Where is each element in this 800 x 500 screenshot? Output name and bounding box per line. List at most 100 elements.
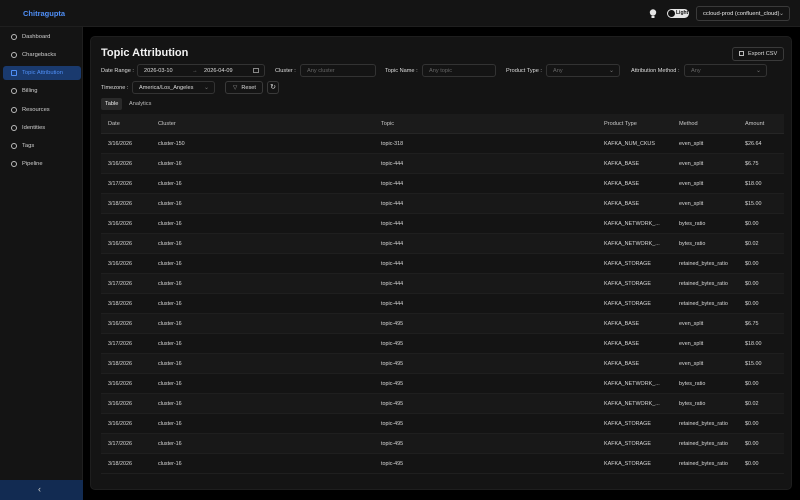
column-header-amount[interactable]: Amount (745, 121, 764, 127)
table-row[interactable]: 3/16/2026 cluster-150 topic-318 KAFKA_NUM_C… (101, 134, 784, 154)
export-icon (739, 51, 744, 56)
product-type-cell: KAFKA_BASE (604, 201, 640, 207)
amount-cell: $6.75 (745, 161, 759, 167)
topic-name-input[interactable]: Any topic (422, 64, 496, 77)
table-row[interactable]: 3/16/2026 cluster-16 topic-444 KAFKA_NETWOR… (101, 234, 784, 254)
table-row[interactable]: 3/17/2026 cluster-16 topic-444 KAFKA_STORAG… (101, 274, 784, 294)
table-header: Date Cluster Topic Product Type Method A… (101, 114, 784, 134)
app-logo[interactable]: Chitragupta (23, 9, 65, 18)
cluster-cell: cluster-16 (158, 241, 182, 247)
sidebar-item-resources[interactable]: Resources (3, 103, 81, 117)
date-range-picker[interactable]: 2026-03-10 → 2026-04-09 (137, 64, 265, 77)
attribution-method-select[interactable]: Any ⌄ (684, 64, 767, 77)
date-cell: 3/16/2026 (108, 421, 132, 427)
table-row[interactable]: 3/18/2026 cluster-16 topic-444 KAFKA_BASE ev… (101, 194, 784, 214)
theme-toggle[interactable]: Light (667, 9, 689, 18)
topic-cell: topic-495 (381, 401, 404, 407)
amount-cell: $0.00 (745, 441, 759, 447)
amount-cell: $0.00 (745, 221, 759, 227)
product-type-select[interactable]: Any ⌄ (546, 64, 620, 77)
sidebar-item-topic-attribution[interactable]: Topic Attribution (3, 66, 81, 80)
tab-table[interactable]: Table (101, 98, 123, 110)
export-csv-button[interactable]: Export CSV (732, 47, 784, 61)
table-row[interactable]: 3/16/2026 cluster-16 topic-495 KAFKA_BASE ev… (101, 314, 784, 334)
chart-icon (11, 70, 17, 76)
sidebar-item-label: Dashboard (22, 34, 51, 40)
sidebar-item-label: Chargebacks (22, 52, 57, 58)
sidebar-item-tags[interactable]: Tags (3, 139, 81, 153)
table-row[interactable]: 3/16/2026 cluster-16 topic-444 KAFKA_BASE ev… (101, 154, 784, 174)
table-row[interactable]: 3/17/2026 cluster-16 topic-444 KAFKA_BASE ev… (101, 174, 784, 194)
table-row[interactable]: 3/16/2026 cluster-16 topic-444 KAFKA_NETWOR… (101, 214, 784, 234)
sidebar-item-label: Identities (22, 125, 46, 131)
cluster-cell: cluster-16 (158, 201, 182, 207)
sidebar-item-dashboard[interactable]: Dashboard (3, 30, 81, 44)
chevron-down-icon: ⌄ (755, 68, 761, 74)
date-end: 2026-04-09 (204, 68, 233, 74)
tab-analytics[interactable]: Analytics (125, 98, 155, 110)
sidebar-collapse-button[interactable]: ‹ (0, 480, 83, 500)
amount-cell: $0.00 (745, 381, 759, 387)
cluster-cell: cluster-16 (158, 281, 182, 287)
sidebar: Dashboard Chargebacks Topic Attribution … (0, 27, 83, 500)
method-cell: bytes_ratio (679, 241, 706, 247)
sidebar-item-billing[interactable]: Billing (3, 84, 81, 98)
attribution-method-value: Any (691, 68, 701, 74)
sidebar-item-pipeline[interactable]: Pipeline (3, 157, 81, 171)
column-header-cluster[interactable]: Cluster (158, 121, 176, 127)
pipeline-icon (11, 161, 17, 167)
amount-cell: $26.64 (745, 141, 762, 147)
date-cell: 3/16/2026 (108, 221, 132, 227)
table-row[interactable]: 3/18/2026 cluster-16 topic-495 KAFKA_BASE ev… (101, 354, 784, 374)
lightbulb-icon[interactable] (648, 8, 658, 20)
sidebar-item-identities[interactable]: Identities (3, 121, 81, 135)
sidebar-item-label: Resources (22, 107, 50, 113)
chevron-down-icon: ⌄ (608, 68, 614, 74)
table-row[interactable]: 3/18/2026 cluster-16 topic-495 KAFKA_STORAG… (101, 454, 784, 474)
date-start: 2026-03-10 (144, 68, 173, 74)
topic-cell: topic-495 (381, 321, 404, 327)
amount-cell: $15.00 (745, 361, 762, 367)
column-header-product-type[interactable]: Product Type (604, 121, 637, 127)
topic-cell: topic-495 (381, 461, 404, 467)
environment-select[interactable]: ccloud-prod (confluent_cloud) ⌄ (696, 6, 790, 21)
timezone-select[interactable]: America/Los_Angeles ⌄ (132, 81, 215, 94)
cluster-input[interactable]: Any cluster (300, 64, 376, 77)
amount-cell: $0.00 (745, 281, 759, 287)
amount-cell: $18.00 (745, 181, 762, 187)
refresh-button[interactable]: ↻ (267, 81, 279, 94)
chevron-down-icon: ⌄ (203, 85, 209, 91)
column-header-date[interactable]: Date (108, 121, 120, 127)
product-type-cell: KAFKA_NETWORK_... (604, 381, 660, 387)
method-cell: retained_bytes_ratio (679, 421, 728, 427)
cluster-cell: cluster-16 (158, 381, 182, 387)
cluster-cell: cluster-16 (158, 441, 182, 447)
cluster-cell: cluster-16 (158, 461, 182, 467)
table-row[interactable]: 3/16/2026 cluster-16 topic-444 KAFKA_STORAG… (101, 254, 784, 274)
method-cell: even_split (679, 201, 704, 207)
topic-cell: topic-444 (381, 181, 404, 187)
date-cell: 3/18/2026 (108, 361, 132, 367)
date-cell: 3/16/2026 (108, 141, 132, 147)
table-row[interactable]: 3/17/2026 cluster-16 topic-495 KAFKA_STORAG… (101, 434, 784, 454)
sidebar-item-chargebacks[interactable]: Chargebacks (3, 48, 81, 62)
table-row[interactable]: 3/17/2026 cluster-16 topic-495 KAFKA_BASE ev… (101, 334, 784, 354)
column-header-topic[interactable]: Topic (381, 121, 394, 127)
product-type-cell: KAFKA_BASE (604, 181, 640, 187)
date-cell: 3/17/2026 (108, 181, 132, 187)
method-cell: retained_bytes_ratio (679, 461, 728, 467)
product-type-cell: KAFKA_NETWORK_... (604, 401, 660, 407)
table-row[interactable]: 3/16/2026 cluster-16 topic-495 KAFKA_STORAG… (101, 414, 784, 434)
table-row[interactable]: 3/16/2026 cluster-16 topic-495 KAFKA_NETWOR… (101, 374, 784, 394)
product-type-cell: KAFKA_STORAGE (604, 281, 651, 287)
reset-button[interactable]: ▽ Reset (225, 81, 263, 94)
product-type-cell: KAFKA_BASE (604, 161, 640, 167)
cluster-cell: cluster-16 (158, 421, 182, 427)
table-row[interactable]: 3/18/2026 cluster-16 topic-444 KAFKA_STORAG… (101, 294, 784, 314)
topic-cell: topic-495 (381, 341, 404, 347)
column-header-method[interactable]: Method (679, 121, 698, 127)
table-row[interactable]: 3/16/2026 cluster-16 topic-495 KAFKA_NETWOR… (101, 394, 784, 414)
topic-cell: topic-318 (381, 141, 404, 147)
product-type-cell: KAFKA_STORAGE (604, 301, 651, 307)
product-type-label: Product Type : (506, 68, 542, 74)
